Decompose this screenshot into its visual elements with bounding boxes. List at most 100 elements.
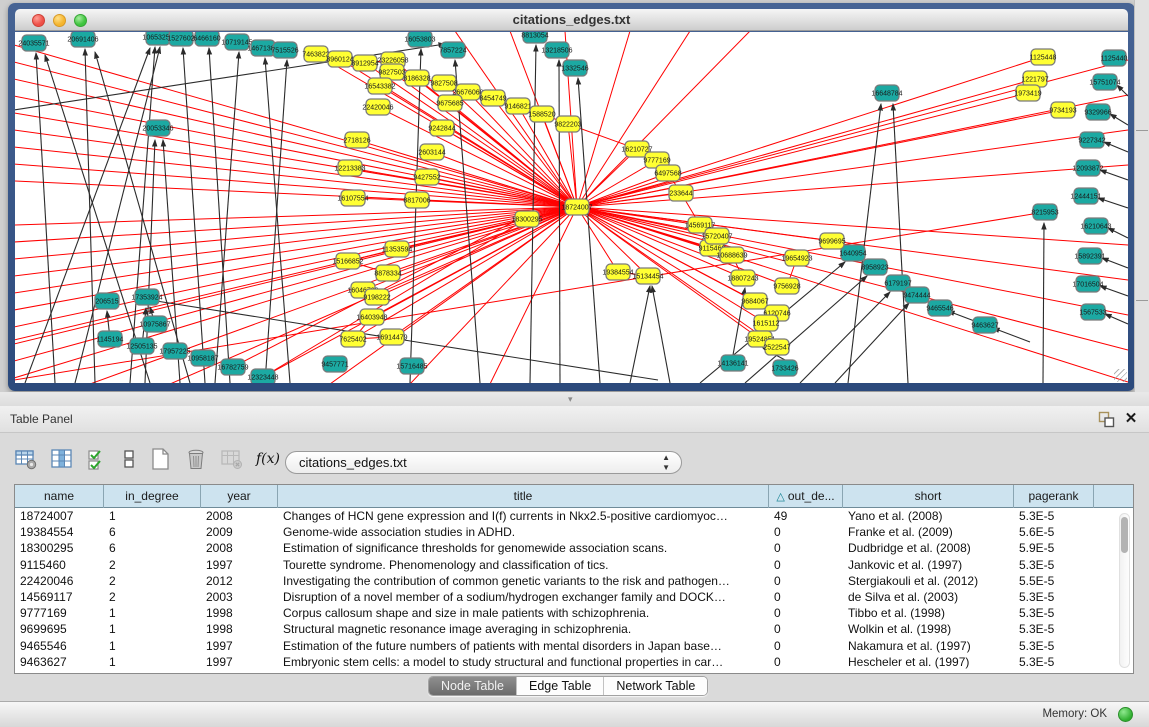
network-node[interactable]: 20691406 bbox=[67, 32, 98, 47]
column-header-pagerank[interactable]: pagerank bbox=[1014, 485, 1094, 508]
row-height-icon[interactable] bbox=[122, 447, 136, 471]
network-node[interactable]: 6497568 bbox=[654, 165, 681, 181]
network-node[interactable]: 18724007 bbox=[561, 199, 592, 215]
vertical-scrollbar[interactable] bbox=[1119, 513, 1130, 668]
network-window-titlebar[interactable]: citations_edges.txt bbox=[15, 9, 1128, 31]
network-node[interactable]: 15892391 bbox=[1074, 248, 1105, 264]
network-node[interactable]: 8813054 bbox=[521, 32, 548, 43]
network-window[interactable]: citations_edges.txt 24035571206914061065… bbox=[8, 3, 1135, 391]
network-node[interactable]: 7515526 bbox=[271, 42, 298, 58]
network-node[interactable]: 19654923 bbox=[781, 250, 812, 266]
row-selection-icon[interactable] bbox=[86, 447, 110, 471]
network-node[interactable]: 1567533 bbox=[1079, 304, 1106, 320]
network-node[interactable]: 11353594 bbox=[382, 241, 413, 257]
tab-edge-table[interactable]: Edge Table bbox=[517, 677, 604, 695]
network-node[interactable]: 15134454 bbox=[632, 268, 663, 284]
network-node[interactable]: 7625402 bbox=[339, 331, 366, 347]
network-node[interactable]: 24035571 bbox=[18, 35, 49, 51]
network-node[interactable]: 9463627 bbox=[971, 317, 998, 333]
attribute-table[interactable]: namein_degreeyeartitle△out_de...shortpag… bbox=[14, 484, 1134, 674]
citation-network-graph[interactable]: 2403557120691406106532571527602646616010… bbox=[15, 32, 1128, 383]
table-row[interactable]: 911546021997Tourette syndrome. Phenomeno… bbox=[15, 557, 1133, 573]
network-node[interactable]: 2718126 bbox=[343, 132, 370, 148]
resize-grip[interactable] bbox=[1114, 369, 1127, 382]
network-node[interactable]: 9756928 bbox=[773, 278, 800, 294]
network-node[interactable]: 16053803 bbox=[404, 32, 435, 47]
table-settings-icon[interactable] bbox=[14, 447, 38, 471]
network-node[interactable]: 16107554 bbox=[337, 190, 368, 206]
network-node[interactable]: 9822203 bbox=[554, 116, 581, 132]
table-selector-dropdown[interactable]: citations_edges.txt ▲▼ bbox=[285, 451, 682, 474]
network-node[interactable]: 15166852 bbox=[332, 253, 363, 269]
network-node[interactable]: 1145194 bbox=[97, 331, 124, 347]
function-builder-icon[interactable]: f(x) bbox=[256, 447, 280, 471]
scrollbar-thumb[interactable] bbox=[1121, 517, 1128, 553]
network-node[interactable]: 1125448 bbox=[1030, 49, 1057, 65]
tab-network-table[interactable]: Network Table bbox=[604, 677, 707, 695]
network-node[interactable]: 8186328 bbox=[403, 70, 430, 86]
column-header-in_degree[interactable]: in_degree bbox=[104, 485, 201, 508]
memory-status-indicator[interactable] bbox=[1118, 707, 1133, 722]
network-node[interactable]: 9734193 bbox=[1049, 102, 1076, 118]
network-node[interactable]: 16648784 bbox=[871, 85, 902, 101]
network-node[interactable]: 8960124 bbox=[326, 51, 353, 67]
network-node[interactable]: 17957225 bbox=[159, 343, 190, 359]
network-node[interactable]: 9457771 bbox=[321, 356, 348, 372]
network-node[interactable]: 16210643 bbox=[1080, 218, 1111, 234]
table-row[interactable]: 969969511998Structural magnetic resonanc… bbox=[15, 621, 1133, 637]
panel-splitter[interactable]: ▾ bbox=[0, 392, 1149, 406]
network-node[interactable]: 1733426 bbox=[771, 360, 798, 376]
network-node[interactable]: 12505135 bbox=[126, 338, 157, 354]
table-row[interactable]: 1872400712008Changes of HCN gene express… bbox=[15, 508, 1133, 524]
network-node[interactable]: 22420046 bbox=[362, 99, 393, 115]
network-node[interactable]: 10958187 bbox=[187, 350, 218, 366]
network-node[interactable]: 12213383 bbox=[334, 160, 365, 176]
network-node[interactable]: 8958923 bbox=[861, 259, 888, 275]
network-node[interactable]: 20053346 bbox=[142, 120, 173, 136]
close-panel-icon[interactable]: ✕ bbox=[1123, 410, 1139, 428]
network-node[interactable]: 6466160 bbox=[193, 32, 220, 46]
network-node[interactable]: 9474444 bbox=[903, 287, 930, 303]
column-header-short[interactable]: short bbox=[843, 485, 1014, 508]
float-panel-icon[interactable] bbox=[1098, 411, 1115, 428]
table-row[interactable]: 1830029562008Estimation of significance … bbox=[15, 540, 1133, 556]
network-node[interactable]: 9242844 bbox=[428, 120, 455, 136]
network-node[interactable]: 12323448 bbox=[247, 369, 278, 383]
table-row[interactable]: 2242004622012Investigating the contribut… bbox=[15, 573, 1133, 589]
network-node[interactable]: 9427552 bbox=[413, 169, 440, 185]
network-node[interactable]: 16914479 bbox=[376, 329, 407, 345]
network-node[interactable]: 8215953 bbox=[1031, 204, 1058, 220]
network-node[interactable]: 18300295 bbox=[511, 211, 542, 227]
network-node[interactable]: 17016504 bbox=[1072, 276, 1103, 292]
network-node[interactable]: 1588520 bbox=[528, 106, 555, 122]
network-node[interactable]: 17353924 bbox=[131, 289, 162, 305]
network-node[interactable]: 9699695 bbox=[818, 233, 845, 249]
network-node[interactable]: 233644 bbox=[669, 185, 693, 201]
table-row[interactable]: 1938455462009Genome-wide association stu… bbox=[15, 524, 1133, 540]
network-node[interactable]: 9329966 bbox=[1084, 104, 1111, 120]
network-node[interactable]: 8454749 bbox=[479, 90, 506, 106]
new-table-icon[interactable] bbox=[148, 447, 172, 471]
network-node[interactable]: 15720407 bbox=[701, 228, 732, 244]
network-node[interactable]: 9675685 bbox=[436, 95, 463, 111]
column-visibility-icon[interactable] bbox=[50, 447, 74, 471]
tab-node-table[interactable]: Node Table bbox=[429, 677, 517, 695]
network-node[interactable]: 8817006 bbox=[403, 192, 430, 208]
network-node[interactable]: 12444151 bbox=[1070, 188, 1101, 204]
network-node[interactable]: 10688639 bbox=[716, 247, 747, 263]
network-node[interactable]: 1332546 bbox=[561, 60, 588, 76]
network-node[interactable]: 8912954 bbox=[351, 55, 378, 71]
network-node[interactable]: 2603144 bbox=[418, 144, 445, 160]
table-row[interactable]: 977716911998Corpus callosum shape and si… bbox=[15, 605, 1133, 621]
import-table-icon[interactable] bbox=[220, 447, 244, 471]
column-header-year[interactable]: year bbox=[201, 485, 278, 508]
network-canvas[interactable]: 2403557120691406106532571527602646616010… bbox=[15, 32, 1128, 383]
network-node[interactable]: 13218506 bbox=[541, 42, 572, 58]
column-header-name[interactable]: name bbox=[15, 485, 104, 508]
network-node[interactable]: 8878334 bbox=[374, 265, 401, 281]
network-node[interactable]: 7857224 bbox=[439, 42, 466, 58]
network-node[interactable]: 16782759 bbox=[217, 359, 248, 375]
network-node[interactable]: 1125440 bbox=[1101, 50, 1128, 66]
network-node[interactable]: 1615112 bbox=[753, 315, 780, 331]
network-node[interactable]: 9684067 bbox=[741, 293, 768, 309]
